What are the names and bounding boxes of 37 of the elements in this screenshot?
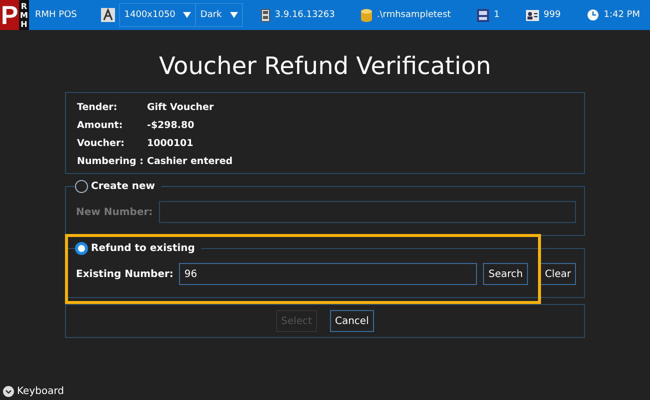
caret-icon xyxy=(230,12,238,18)
resolution-dropdown[interactable]: 1400x1050 xyxy=(119,3,196,27)
font-icon xyxy=(101,8,116,22)
register-text: 1 xyxy=(494,10,500,20)
chevron-icon xyxy=(3,386,14,397)
logo-letters: R M H xyxy=(19,0,29,30)
detail-value: 1000101 xyxy=(147,138,194,149)
action-button[interactable]: Clear xyxy=(540,263,576,285)
register-icon xyxy=(476,8,489,22)
clock-icon xyxy=(586,9,599,21)
field-label: New Number: xyxy=(76,206,153,218)
detail-value: Gift Voucher xyxy=(147,102,214,113)
id-card-icon xyxy=(526,10,539,20)
cashier-text: 999 xyxy=(544,10,561,20)
keyboard-toggle[interactable]: Keyboard xyxy=(3,386,64,397)
database-icon xyxy=(360,8,372,22)
dialog-button[interactable]: Cancel xyxy=(330,310,374,332)
detail-label: Numbering : xyxy=(77,156,144,167)
action-button[interactable]: Search xyxy=(483,263,528,285)
number-field[interactable]: 96 xyxy=(179,263,478,285)
app-name: RMH POS xyxy=(35,10,77,20)
option-radio[interactable]: Refund to existing xyxy=(75,242,201,255)
dialog-title: Voucher Refund Verification xyxy=(158,51,492,82)
database-text: .\rmhsampletest xyxy=(376,10,451,20)
option-radio[interactable]: Create new xyxy=(75,180,161,193)
version-text: 3.9.16.13263 xyxy=(274,10,335,20)
logo-letter: P xyxy=(0,0,19,30)
detail-label: Amount: xyxy=(77,120,124,131)
field-label: Existing Number: xyxy=(76,268,174,280)
time-text: 1:42 PM xyxy=(604,10,640,20)
detail-label: Voucher: xyxy=(77,138,126,149)
caret-icon xyxy=(183,12,192,18)
detail-value: -$298.80 xyxy=(147,120,194,131)
detail-label: Tender: xyxy=(77,102,118,113)
detail-value: Cashier entered xyxy=(147,156,233,167)
device-icon xyxy=(260,8,270,22)
theme-dropdown[interactable]: Dark xyxy=(195,3,243,27)
